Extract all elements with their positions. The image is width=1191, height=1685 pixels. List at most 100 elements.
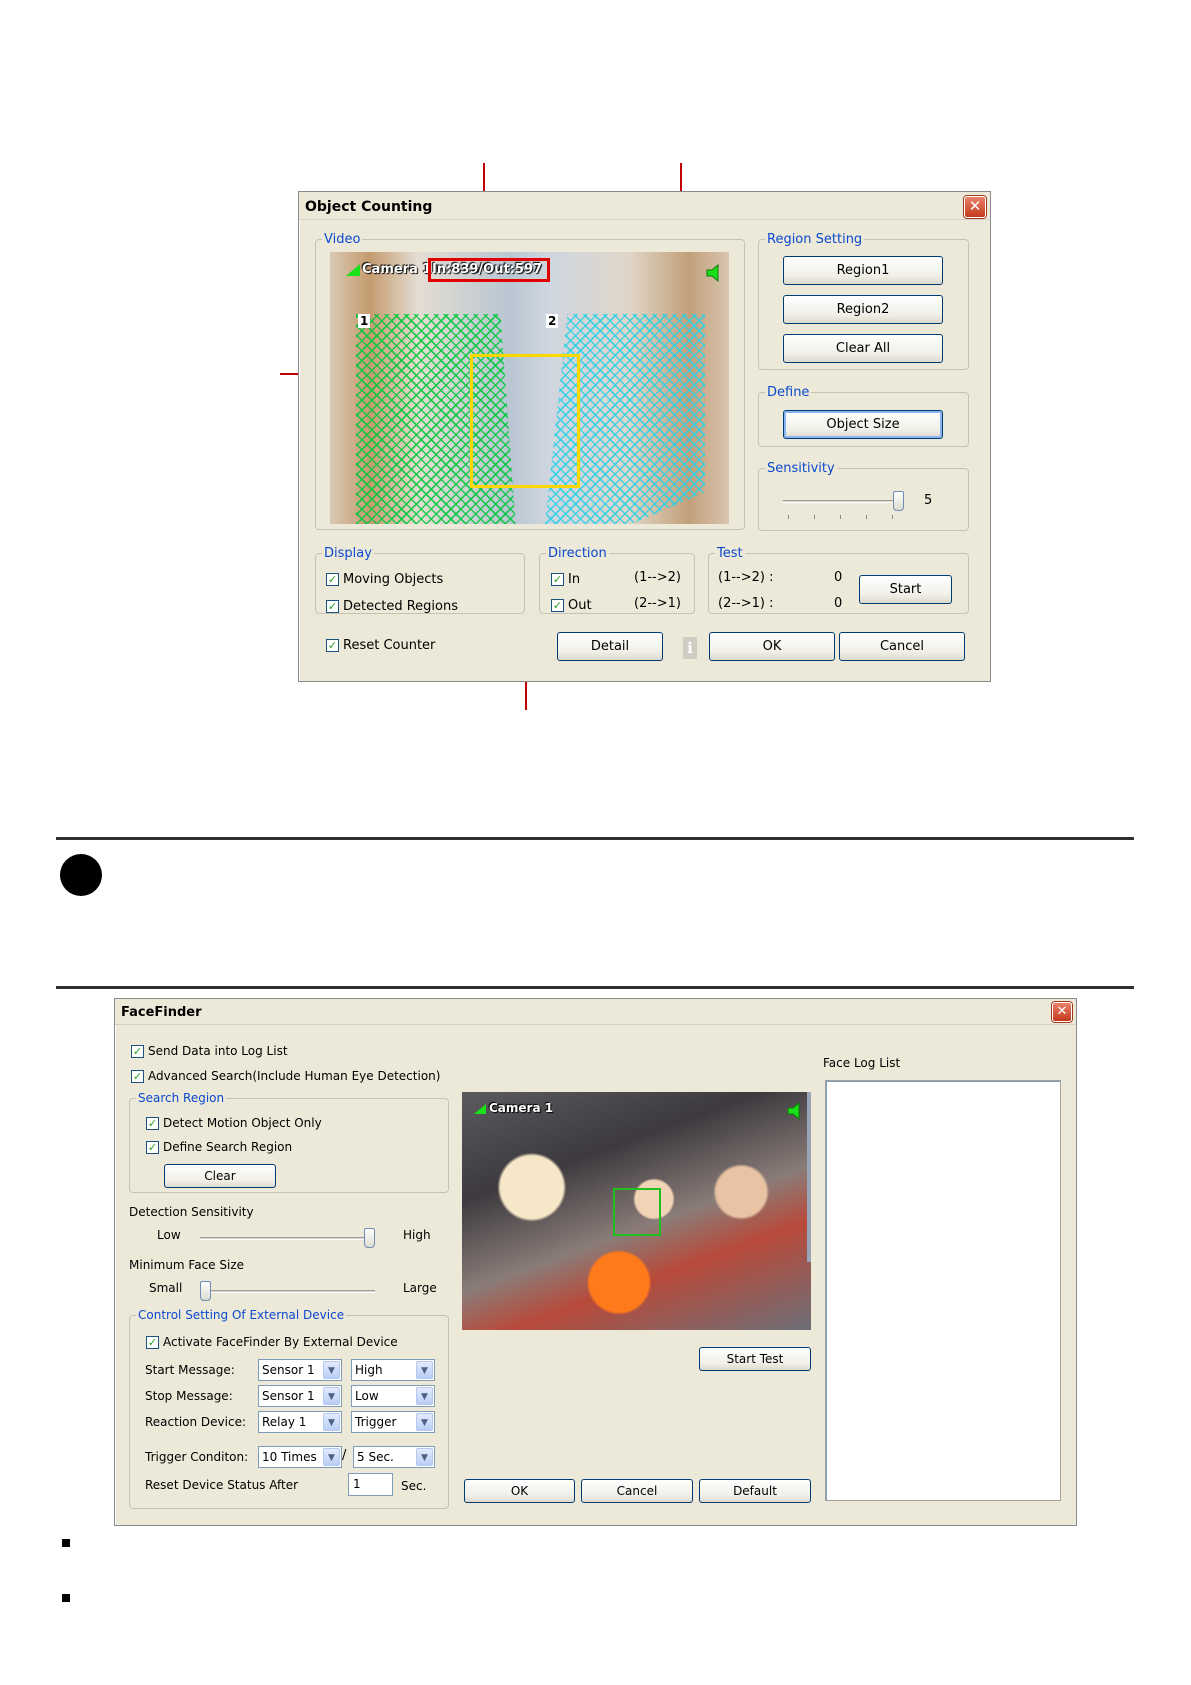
slider-tick bbox=[866, 515, 867, 519]
checkmark-icon: ✓ bbox=[551, 573, 564, 586]
ok-button[interactable]: OK bbox=[464, 1479, 575, 1503]
start-sensor-select[interactable]: Sensor 1 ▼ bbox=[258, 1359, 342, 1381]
object-size-box[interactable] bbox=[470, 354, 580, 488]
detection-high-label: High bbox=[403, 1228, 431, 1242]
slider-tick bbox=[788, 515, 789, 519]
region2-button[interactable]: Region2 bbox=[783, 295, 943, 324]
direction-out-arrow: (2-->1) bbox=[634, 596, 681, 611]
test-row2-value: 0 bbox=[834, 596, 843, 611]
sensitivity-slider-thumb[interactable] bbox=[893, 491, 904, 511]
activate-external-checkbox[interactable]: ✓ Activate FaceFinder By External Device bbox=[146, 1335, 398, 1349]
stop-sensor-select[interactable]: Sensor 1 ▼ bbox=[258, 1385, 342, 1407]
window-title: FaceFinder bbox=[115, 999, 1076, 1025]
start-level-select[interactable]: High ▼ bbox=[351, 1359, 435, 1381]
stop-level-value: Low bbox=[355, 1389, 379, 1403]
display-legend: Display bbox=[324, 546, 372, 561]
region1-button[interactable]: Region1 bbox=[783, 256, 943, 285]
moving-objects-label: Moving Objects bbox=[343, 572, 444, 587]
define-region-checkbox[interactable]: ✓ Define Search Region bbox=[146, 1140, 292, 1154]
region-setting-legend: Region Setting bbox=[767, 232, 863, 247]
reaction-mode-select[interactable]: Trigger ▼ bbox=[351, 1411, 435, 1433]
reaction-device-label: Reaction Device: bbox=[145, 1415, 247, 1429]
chevron-down-icon: ▼ bbox=[416, 1387, 433, 1405]
trigger-separator: / bbox=[342, 1448, 347, 1463]
moving-objects-checkbox[interactable]: ✓ Moving Objects bbox=[326, 572, 443, 587]
cancel-button[interactable]: Cancel bbox=[581, 1479, 693, 1503]
start-test-button[interactable]: Start Test bbox=[699, 1347, 811, 1371]
clear-all-button[interactable]: Clear All bbox=[783, 334, 943, 363]
detection-sensitivity-track[interactable] bbox=[200, 1237, 375, 1240]
min-face-size-label: Minimum Face Size bbox=[129, 1258, 245, 1272]
reaction-device-select[interactable]: Relay 1 ▼ bbox=[258, 1411, 342, 1433]
ok-button[interactable]: OK bbox=[709, 632, 835, 661]
activate-external-label: Activate FaceFinder By External Device bbox=[163, 1335, 398, 1349]
record-indicator-icon bbox=[474, 1104, 486, 1114]
detection-sensitivity-thumb[interactable] bbox=[364, 1228, 375, 1248]
reset-seconds-input[interactable]: 1 bbox=[348, 1473, 393, 1496]
trigger-condition-label: Trigger Conditon: bbox=[145, 1450, 249, 1464]
direction-in-arrow: (1-->2) bbox=[634, 570, 681, 585]
define-region-label: Define Search Region bbox=[163, 1140, 293, 1154]
chevron-down-icon: ▼ bbox=[323, 1413, 340, 1431]
min-face-size-track[interactable] bbox=[200, 1290, 375, 1293]
window-title: Object Counting bbox=[299, 192, 990, 220]
trigger-seconds-value: 5 Sec. bbox=[357, 1450, 394, 1464]
chevron-down-icon: ▼ bbox=[323, 1361, 340, 1379]
note-bullet-icon bbox=[60, 854, 102, 896]
bullet-square-icon bbox=[62, 1594, 70, 1602]
close-button[interactable]: ✕ bbox=[964, 196, 986, 218]
checkmark-icon: ✓ bbox=[326, 573, 339, 586]
test-row1-value: 0 bbox=[834, 570, 843, 585]
define-legend: Define bbox=[767, 385, 810, 400]
reset-unit-label: Sec. bbox=[401, 1479, 427, 1493]
start-test-button[interactable]: Start bbox=[859, 575, 952, 604]
face-video-preview[interactable]: Camera 1 bbox=[462, 1092, 811, 1330]
video-legend: Video bbox=[324, 232, 361, 247]
video-preview[interactable]: Camera 1 In:839/Out:597 1 2 bbox=[330, 252, 729, 524]
checkmark-icon: ✓ bbox=[326, 600, 339, 613]
direction-out-checkbox[interactable]: ✓ Out bbox=[551, 598, 592, 613]
video-scrollbar[interactable] bbox=[807, 1092, 811, 1262]
checkmark-icon: ✓ bbox=[551, 599, 564, 612]
direction-legend: Direction bbox=[548, 546, 607, 561]
chevron-down-icon: ▼ bbox=[323, 1448, 340, 1466]
face-small-label: Small bbox=[149, 1281, 183, 1295]
start-level-value: High bbox=[355, 1363, 383, 1377]
trigger-times-select[interactable]: 10 Times ▼ bbox=[258, 1446, 342, 1468]
stop-level-select[interactable]: Low ▼ bbox=[351, 1385, 435, 1407]
sensitivity-slider-track[interactable] bbox=[783, 500, 903, 503]
object-counting-window: Object Counting ✕ Video Camera 1 In:839/… bbox=[298, 191, 991, 682]
checkmark-icon: ✓ bbox=[146, 1335, 159, 1349]
stop-message-label: Stop Message: bbox=[145, 1389, 233, 1403]
cancel-button[interactable]: Cancel bbox=[839, 632, 965, 661]
reset-device-label: Reset Device Status After bbox=[145, 1478, 299, 1492]
detail-button[interactable]: Detail bbox=[557, 632, 663, 661]
close-button[interactable]: ✕ bbox=[1052, 1002, 1072, 1022]
face-log-list[interactable] bbox=[825, 1080, 1061, 1501]
chevron-down-icon: ▼ bbox=[323, 1387, 340, 1405]
reset-counter-checkbox[interactable]: ✓ Reset Counter bbox=[326, 638, 435, 653]
trigger-seconds-select[interactable]: 5 Sec. ▼ bbox=[353, 1446, 435, 1468]
detect-motion-checkbox[interactable]: ✓ Detect Motion Object Only bbox=[146, 1116, 322, 1130]
min-face-size-thumb[interactable] bbox=[200, 1281, 211, 1301]
search-region-legend: Search Region bbox=[138, 1091, 225, 1105]
reaction-mode-value: Trigger bbox=[355, 1415, 397, 1429]
send-data-checkbox[interactable]: ✓ Send Data into Log List bbox=[131, 1044, 288, 1058]
speaker-icon bbox=[787, 1102, 800, 1120]
face-log-list-label: Face Log List bbox=[823, 1056, 901, 1070]
info-icon: i bbox=[683, 637, 697, 659]
start-message-label: Start Message: bbox=[145, 1363, 235, 1377]
clear-region-button[interactable]: Clear bbox=[164, 1164, 276, 1188]
face-detection-box bbox=[613, 1188, 661, 1236]
region-1-marker: 1 bbox=[358, 314, 371, 328]
detected-regions-checkbox[interactable]: ✓ Detected Regions bbox=[326, 599, 458, 614]
region-2-marker: 2 bbox=[546, 314, 559, 328]
chevron-down-icon: ▼ bbox=[416, 1448, 433, 1466]
checkmark-icon: ✓ bbox=[131, 1044, 144, 1058]
advanced-search-checkbox[interactable]: ✓ Advanced Search(Include Human Eye Detec… bbox=[131, 1069, 440, 1083]
test-legend: Test bbox=[717, 546, 743, 561]
detection-low-label: Low bbox=[157, 1228, 181, 1242]
default-button[interactable]: Default bbox=[699, 1479, 811, 1503]
object-size-button[interactable]: Object Size bbox=[783, 410, 943, 439]
direction-in-checkbox[interactable]: ✓ In bbox=[551, 572, 580, 587]
